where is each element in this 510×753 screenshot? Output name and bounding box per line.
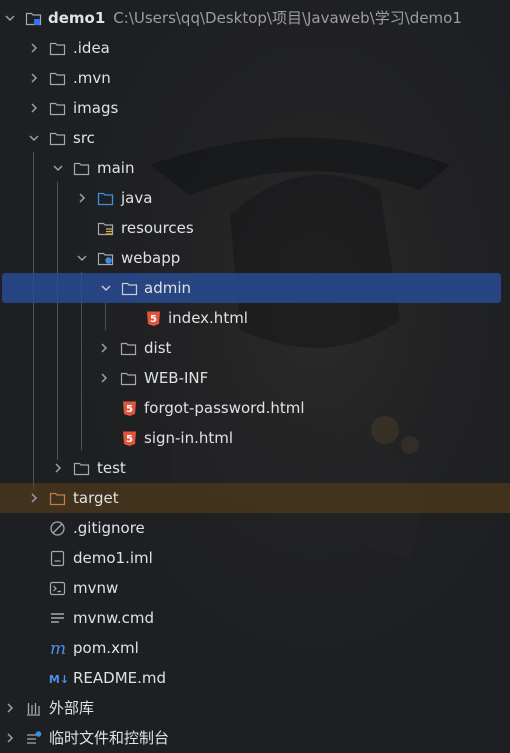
svg-text:M↓: M↓ [49, 673, 69, 686]
markdown-icon: M↓ [49, 673, 69, 686]
tree-row-target[interactable]: target [0, 483, 510, 513]
tree-row-external-libraries[interactable]: 外部库 [0, 693, 510, 723]
svg-text:5: 5 [150, 314, 157, 325]
module-folder-icon [25, 12, 42, 26]
tree-row-web-inf[interactable]: WEB-INF [0, 363, 510, 393]
folder-icon [49, 132, 66, 146]
html-file-icon: 5 [147, 311, 160, 326]
excluded-folder-icon [49, 492, 66, 506]
tree-label: forgot-password.html [144, 399, 305, 417]
chevron-right-icon[interactable] [76, 192, 88, 204]
tree-row-sign-in[interactable]: 5 sign-in.html [0, 423, 510, 453]
tree-label: target [73, 489, 119, 507]
tree-label: dist [144, 339, 172, 357]
folder-icon [49, 72, 66, 86]
tree-label: src [73, 129, 95, 147]
chevron-right-icon[interactable] [4, 702, 16, 714]
tree-row-index-html[interactable]: 5 index.html [0, 303, 510, 333]
root-path: C:\Users\qq\Desktop\项目\Javaweb\学习\demo1 [113, 9, 462, 27]
tree-row-pom-xml[interactable]: m pom.xml [0, 633, 510, 663]
tree-row-src[interactable]: src [0, 123, 510, 153]
tree-row-main[interactable]: main [0, 153, 510, 183]
chevron-right-icon[interactable] [28, 42, 40, 54]
tree-label: admin [144, 279, 191, 297]
folder-icon [120, 372, 137, 386]
tree-label: 临时文件和控制台 [49, 729, 170, 747]
folder-icon [49, 102, 66, 116]
tree-row-demo1-iml[interactable]: demo1.iml [0, 543, 510, 573]
text-file-icon [51, 613, 64, 623]
svg-text:5: 5 [126, 404, 133, 415]
tree-label: test [97, 459, 126, 477]
tree-row-mvn[interactable]: .mvn [0, 63, 510, 93]
tree-row-webapp[interactable]: webapp [0, 243, 510, 273]
tree-row-gitignore[interactable]: .gitignore [0, 513, 510, 543]
tree-row-forgot-password[interactable]: 5 forgot-password.html [0, 393, 510, 423]
tree-row-test[interactable]: test [0, 453, 510, 483]
chevron-down-icon[interactable] [100, 282, 112, 294]
tree-label: pom.xml [73, 639, 139, 657]
tree-label: WEB-INF [144, 369, 209, 387]
tree-label: main [97, 159, 135, 177]
chevron-down-icon[interactable] [76, 252, 88, 264]
library-icon [27, 703, 40, 716]
tree-row-admin[interactable]: admin [2, 273, 501, 303]
maven-icon: m [50, 640, 66, 657]
chevron-right-icon[interactable] [28, 102, 40, 114]
tree-label: 外部库 [49, 699, 95, 717]
tree-label: imags [73, 99, 119, 117]
folder-icon [120, 342, 137, 356]
ignore-file-icon [50, 521, 65, 536]
chevron-right-icon[interactable] [98, 342, 110, 354]
folder-icon [73, 462, 90, 476]
resources-folder-icon [97, 222, 114, 236]
tree-row-imags[interactable]: imags [0, 93, 510, 123]
chevron-right-icon[interactable] [4, 732, 16, 744]
chevron-down-icon[interactable] [52, 162, 64, 174]
html-file-icon: 5 [123, 431, 136, 446]
chevron-right-icon[interactable] [28, 72, 40, 84]
html-file-icon: 5 [123, 401, 136, 416]
tree-label: index.html [168, 309, 248, 327]
svg-text:5: 5 [126, 434, 133, 445]
tree-label: sign-in.html [144, 429, 234, 447]
scratches-icon [27, 731, 42, 744]
chevron-down-icon[interactable] [28, 132, 40, 144]
tree-label: .idea [73, 39, 110, 57]
terminal-file-icon [49, 581, 66, 596]
tree-label: demo1.iml [73, 549, 153, 567]
module-file-icon [50, 550, 65, 567]
tree-row-resources[interactable]: resources [0, 213, 510, 243]
tree-label: mvnw [73, 579, 119, 597]
tree-label: resources [121, 219, 194, 237]
tree-row-mvnw-cmd[interactable]: mvnw.cmd [0, 603, 510, 633]
tree-label: webapp [121, 249, 181, 267]
folder-icon [49, 42, 66, 56]
chevron-right-icon[interactable] [52, 462, 64, 474]
source-folder-icon [97, 192, 114, 206]
tree-label: .mvn [73, 69, 111, 87]
tree-row-mvnw[interactable]: mvnw [0, 573, 510, 603]
tree-label: mvnw.cmd [73, 609, 155, 627]
tree-row-readme[interactable]: M↓ README.md [0, 663, 510, 693]
tree-row-scratches[interactable]: 临时文件和控制台 [0, 723, 510, 753]
chevron-right-icon[interactable] [28, 492, 40, 504]
tree-row-java[interactable]: java [0, 183, 510, 213]
web-folder-icon [97, 252, 114, 266]
tree-row-demo1[interactable]: demo1 C:\Users\qq\Desktop\项目\Javaweb\学习\d… [0, 3, 510, 33]
tree-label: README.md [73, 669, 167, 687]
svg-text:m: m [50, 640, 66, 657]
folder-icon [121, 282, 138, 296]
folder-icon [73, 162, 90, 176]
tree-label: java [121, 189, 153, 207]
chevron-right-icon[interactable] [98, 372, 110, 384]
chevron-down-icon[interactable] [4, 12, 16, 24]
tree-label: .gitignore [73, 519, 145, 537]
project-tree: demo1 C:\Users\qq\Desktop\项目\Javaweb\学习\d… [0, 0, 510, 752]
root-name: demo1 [48, 9, 106, 27]
tree-row-idea[interactable]: .idea [0, 33, 510, 63]
tree-row-dist[interactable]: dist [0, 333, 510, 363]
